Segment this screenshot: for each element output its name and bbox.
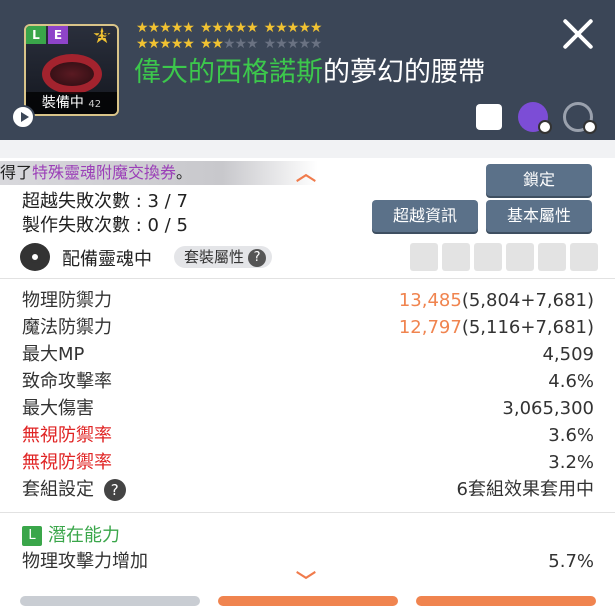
potential-value: 5.7% [548, 551, 594, 572]
equipped-number: 42 [88, 99, 102, 110]
stat-label: 最大傷害 [22, 398, 94, 419]
sword-slot-icon [410, 243, 438, 271]
scale-icon[interactable] [518, 102, 552, 134]
stat-row: 無視防禦率 3.2% [22, 449, 594, 476]
notice-prefix: 得了 [0, 163, 33, 182]
star-filled-icon: ★ [234, 20, 248, 36]
star-filled-icon: ★ [147, 20, 161, 36]
bottom-button[interactable] [218, 596, 398, 606]
stat-label: 物理防禦力 [22, 290, 112, 311]
stat-label: 最大MP [22, 344, 85, 365]
stat-value: 3.2% [548, 452, 594, 473]
stat-value-main: 13,485 [398, 290, 462, 311]
soul-label: 配備靈魂中 [62, 249, 152, 270]
stat-value-main: 12,797 [398, 317, 462, 338]
set-tag-label: 套裝屬性 [184, 248, 245, 266]
star-filled-icon: ★ [211, 20, 224, 36]
legendary-badge: L [26, 26, 46, 44]
chevron-up-icon[interactable]: ︿ [296, 157, 316, 186]
star-filled-icon: ★ [263, 20, 277, 36]
stat-row: 最大傷害 3,065,300 [22, 395, 594, 422]
notice-highlight: 特殊靈魂附魔交換券 [32, 163, 177, 182]
bottom-button[interactable] [416, 596, 596, 606]
star-filled-icon: ★ [246, 20, 259, 36]
transcend-fail-count: 超越失敗次數 : 3 / 7 [22, 191, 188, 212]
disabled-icon [538, 120, 552, 134]
stat-label: 無視防禦率 [22, 452, 112, 473]
stat-value: 4.6% [548, 371, 594, 392]
gem-slot-icon [506, 243, 534, 271]
section-separator [0, 140, 615, 158]
lock-button[interactable]: 鎖定 [486, 164, 592, 196]
basic-stats-button[interactable]: 基本屬性 [486, 200, 592, 232]
transcend-info-button[interactable]: 超越資訊 [372, 200, 478, 232]
star-slot-icon [570, 243, 598, 271]
stat-value-detail: (5,804+7,681) [461, 290, 594, 311]
stat-row: 物理防禦力 13,485(5,804+7,681) [22, 287, 594, 314]
stat-label: 致命攻擊率 [22, 371, 112, 392]
star-row: ★★★★★ ★★★★★ ★★★★★ [136, 20, 476, 36]
stat-row: 最大MP 4,509 [22, 341, 594, 368]
star-filled-icon: ★ [286, 20, 300, 36]
stat-value: 4,509 [542, 344, 594, 365]
skull-slot-icon [442, 243, 470, 271]
bottom-button[interactable] [20, 596, 200, 606]
star-filled-icon: ★ [275, 20, 288, 36]
equipped-text: 裝備中 [41, 95, 84, 111]
soul-icon [20, 243, 50, 271]
stat-value: 3.6% [548, 425, 594, 446]
stat-label: 無視防禦率 [22, 425, 112, 446]
stat-row: 致命攻擊率 4.6% [22, 368, 594, 395]
potential-title: 潛在能力 [48, 525, 120, 546]
title-item-name: 的夢幻的腰帶 [323, 57, 485, 88]
star-filled-icon: ★ [298, 20, 311, 36]
item-thumbnail[interactable]: L E ★ 29 裝備中 42 [24, 24, 119, 116]
divider [0, 278, 615, 279]
craft-fail-count: 製作失敗次數 : 0 / 5 [22, 215, 188, 236]
set-setting-row: 套組設定 ? 6套組效果套用中 [22, 476, 594, 503]
stat-label: 魔法防禦力 [22, 317, 112, 338]
set-setting-label: 套組設定 [22, 479, 94, 500]
title-set-name: 偉大的西格諾斯 [134, 57, 323, 88]
star-filled-icon: ★ [222, 20, 236, 36]
star-filled-icon: ★ [170, 20, 184, 36]
potential-label: 物理攻擊力增加 [22, 551, 148, 572]
stat-value: 12,797(5,116+7,681) [399, 314, 594, 341]
potential-grade-badge: L [22, 526, 42, 546]
star-filled-icon: ★ [199, 20, 213, 36]
notice-suffix: 。 [176, 163, 193, 182]
disabled-icon [583, 120, 597, 134]
box-icon[interactable] [476, 104, 502, 130]
set-setting-value: 6套組效果套用中 [456, 479, 594, 500]
equipped-label: 裝備中 42 [26, 92, 117, 114]
potential-header: L 潛在能力 [22, 522, 594, 549]
play-icon[interactable] [11, 105, 35, 129]
set-setting-label-wrap: 套組設定 ? [22, 476, 126, 503]
help-icon[interactable]: ? [248, 248, 267, 267]
item-title: 偉大的西格諾斯的夢幻的腰帶 [134, 50, 485, 89]
star-filled-icon: ★ [136, 20, 149, 36]
stat-value: 3,065,300 [502, 398, 594, 419]
close-icon[interactable] [558, 14, 598, 54]
stat-row: 魔法防禦力 12,797(5,116+7,681) [22, 314, 594, 341]
star-filled-icon: ★ [182, 20, 195, 36]
gear-icon[interactable] [563, 102, 597, 134]
chevron-down-icon[interactable]: ﹀ [296, 565, 316, 594]
star-filled-icon: ★ [309, 20, 323, 36]
epic-badge: E [48, 26, 68, 44]
divider [0, 512, 615, 513]
stat-row: 無視防禦率 3.6% [22, 422, 594, 449]
help-icon[interactable]: ? [103, 479, 126, 501]
star-filled-icon: ★ [159, 20, 172, 36]
set-attributes-tag[interactable]: 套裝屬性? [174, 246, 272, 268]
notice-banner: 得了特殊靈魂附魔交換券。 [0, 161, 318, 185]
star-force-stars: ★★★★★ ★★★★★ ★★★★★ ★★★★★ ★★★★★ ★★★★★ [136, 20, 476, 52]
arch-slot-icon [538, 243, 566, 271]
wing-slot-icon [474, 243, 502, 271]
stat-value-detail: (5,116+7,681) [461, 317, 594, 338]
item-level: 29 [95, 30, 109, 41]
potential-title-wrap: L 潛在能力 [22, 522, 120, 549]
stat-value: 13,485(5,804+7,681) [399, 287, 594, 314]
belt-image [42, 54, 102, 94]
